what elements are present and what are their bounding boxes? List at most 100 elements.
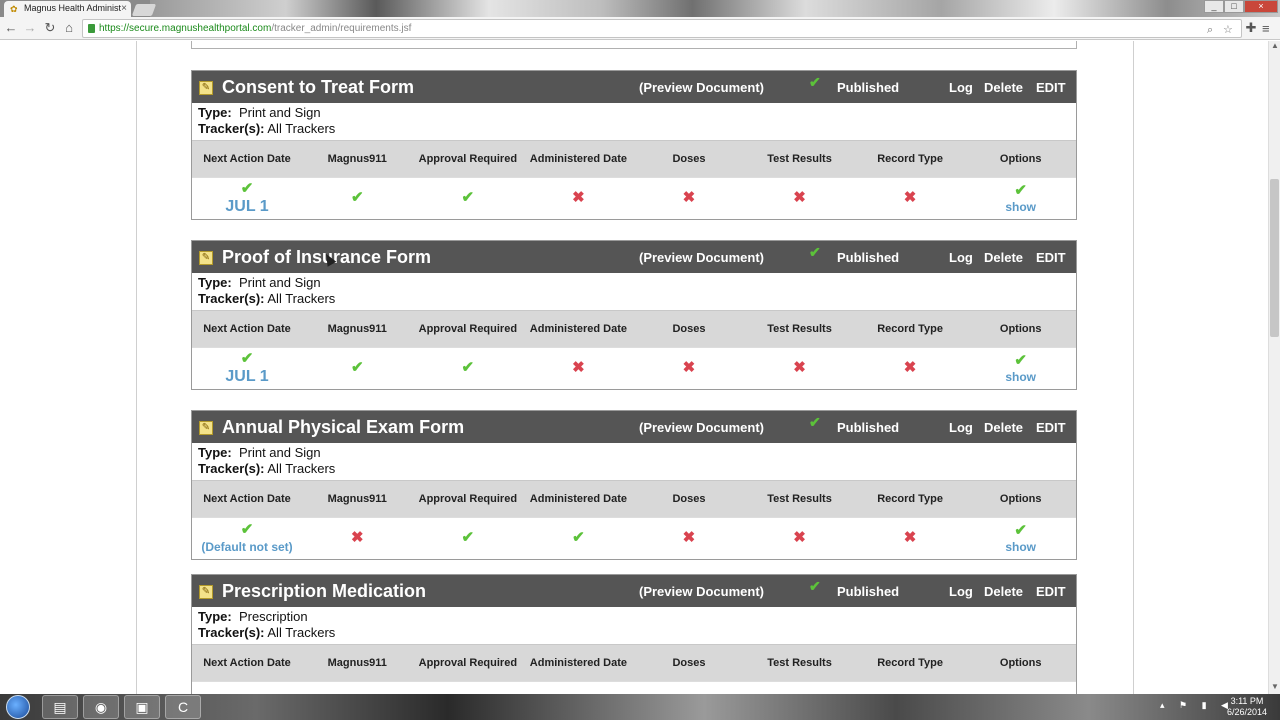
cross-icon: ✖ bbox=[682, 529, 696, 547]
url-path: /tracker_admin/requirements.jsf bbox=[271, 23, 412, 34]
trackers-label: Tracker(s): bbox=[198, 121, 265, 136]
next-action-date[interactable]: JUL 1 bbox=[192, 198, 302, 216]
menu-icon[interactable]: ≡ bbox=[1262, 21, 1274, 36]
magnus911-cell: ✔ bbox=[302, 347, 413, 389]
header-doses: Doses bbox=[633, 140, 745, 178]
browser-tabstrip: ✿ Magnus Health Administ × _ □ × bbox=[0, 0, 1280, 17]
check-icon: ✔ bbox=[240, 350, 254, 368]
log-link[interactable]: Log bbox=[949, 420, 973, 435]
header-test-results: Test Results bbox=[744, 140, 855, 178]
header-magnus911: Magnus911 bbox=[302, 644, 413, 682]
requirement-table: Next Action Date Magnus911 Approval Requ… bbox=[192, 140, 1076, 219]
tab-title: Magnus Health Administ bbox=[24, 3, 122, 13]
administered-cell: ✖ bbox=[523, 177, 634, 219]
home-icon[interactable]: ⌂ bbox=[61, 20, 77, 36]
check-icon: ✔ bbox=[461, 529, 475, 547]
forward-icon[interactable]: → bbox=[22, 20, 38, 36]
vertical-scrollbar[interactable]: ▲ ▼ bbox=[1268, 41, 1280, 694]
requirement-card: ✎ Prescription Medication (Preview Docum… bbox=[191, 574, 1077, 694]
browser-toolbar: ← → ↻ ⌂ https://secure.magnushealthporta… bbox=[0, 17, 1280, 40]
doses-cell: ✖ bbox=[633, 177, 745, 219]
header-test-results: Test Results bbox=[744, 310, 855, 348]
edit-document-icon[interactable]: ✎ bbox=[199, 585, 213, 599]
minimize-button[interactable]: _ bbox=[1204, 0, 1224, 13]
header-administered-date: Administered Date bbox=[523, 140, 634, 178]
explorer-taskbar-icon[interactable]: ▤ bbox=[42, 695, 78, 719]
previous-requirement-bottom bbox=[191, 41, 1077, 49]
type-value: Print and Sign bbox=[238, 445, 321, 460]
cross-icon: ✖ bbox=[903, 359, 917, 377]
type-label: Type: bbox=[198, 609, 232, 624]
clock[interactable]: 3:11 PM 6/26/2014 bbox=[1222, 696, 1272, 718]
edit-link[interactable]: EDIT bbox=[1036, 80, 1066, 95]
tab-close-icon[interactable]: × bbox=[121, 1, 127, 16]
options-cell: ✔ show bbox=[965, 347, 1076, 389]
type-value: Print and Sign bbox=[238, 105, 321, 120]
edit-document-icon[interactable]: ✎ bbox=[199, 421, 213, 435]
table-row: ✔ JUL 1 ✔ ✔ ✖ ✖ ✖ ✖ ✔ show bbox=[192, 347, 1076, 389]
delete-link[interactable]: Delete bbox=[984, 80, 1023, 95]
cross-icon: ✖ bbox=[793, 359, 806, 377]
check-icon: ✔ bbox=[1014, 182, 1027, 200]
edit-document-icon[interactable]: ✎ bbox=[199, 251, 213, 265]
trackers-value: All Trackers bbox=[267, 291, 336, 306]
chrome-taskbar-icon[interactable]: ◉ bbox=[83, 695, 119, 719]
header-next-action-date: Next Action Date bbox=[192, 480, 302, 518]
delete-link[interactable]: Delete bbox=[984, 420, 1023, 435]
maximize-button[interactable]: □ bbox=[1224, 0, 1244, 13]
header-administered-date: Administered Date bbox=[523, 480, 634, 518]
star-icon[interactable]: ☆ bbox=[1223, 22, 1233, 39]
header-magnus911: Magnus911 bbox=[302, 480, 413, 518]
log-link[interactable]: Log bbox=[949, 80, 973, 95]
zoom-icon[interactable]: ⌕ bbox=[1207, 22, 1213, 39]
terminal-taskbar-icon[interactable]: ▣ bbox=[124, 695, 160, 719]
scrollbar-thumb[interactable] bbox=[1270, 179, 1279, 337]
preview-document-link[interactable]: (Preview Document) bbox=[639, 250, 764, 265]
scroll-up-icon[interactable]: ▲ bbox=[1269, 41, 1280, 53]
preview-document-link[interactable]: (Preview Document) bbox=[639, 80, 764, 95]
edit-link[interactable]: EDIT bbox=[1036, 584, 1066, 599]
next-action-date[interactable]: JUL 1 bbox=[192, 368, 302, 386]
requirement-title: Prescription Medication bbox=[222, 581, 427, 601]
check-icon: ✔ bbox=[1014, 352, 1027, 370]
show-link[interactable]: show bbox=[965, 200, 1076, 214]
extensions-icon[interactable]: ✚ bbox=[1243, 20, 1259, 36]
camtasia-taskbar-icon[interactable]: C bbox=[165, 695, 201, 719]
published-status: Published bbox=[837, 420, 900, 435]
header-options: Options bbox=[965, 310, 1076, 348]
header-approval-required: Approval Required bbox=[412, 480, 524, 518]
header-next-action-date: Next Action Date bbox=[192, 310, 302, 348]
page-viewport: ✎ Consent to Treat Form (Preview Documen… bbox=[0, 41, 1268, 694]
start-button[interactable] bbox=[6, 695, 30, 719]
options-cell: ✔ bbox=[965, 681, 1076, 694]
edit-link[interactable]: EDIT bbox=[1036, 250, 1066, 265]
back-icon[interactable]: ← bbox=[3, 20, 19, 36]
new-tab-button[interactable] bbox=[131, 4, 157, 16]
delete-link[interactable]: Delete bbox=[984, 584, 1023, 599]
options-cell: ✔ show bbox=[965, 517, 1076, 559]
test-results-cell: ✖ bbox=[744, 347, 855, 389]
show-link[interactable]: show bbox=[965, 370, 1076, 384]
trackers-label: Tracker(s): bbox=[198, 625, 265, 640]
requirement-info: Type: Print and Sign Tracker(s): All Tra… bbox=[192, 103, 1076, 140]
reload-icon[interactable]: ↻ bbox=[42, 20, 58, 36]
next-action-date[interactable]: (Default not set) bbox=[192, 539, 302, 555]
log-link[interactable]: Log bbox=[949, 584, 973, 599]
scroll-down-icon[interactable]: ▼ bbox=[1269, 682, 1280, 694]
cross-icon: ✖ bbox=[572, 359, 585, 377]
record-type-cell: ✖ bbox=[854, 517, 966, 559]
close-window-button[interactable]: × bbox=[1244, 0, 1278, 13]
edit-document-icon[interactable]: ✎ bbox=[199, 81, 213, 95]
log-link[interactable]: Log bbox=[949, 250, 973, 265]
preview-document-link[interactable]: (Preview Document) bbox=[639, 420, 764, 435]
address-bar[interactable]: https://secure.magnushealthportal.com/tr… bbox=[82, 19, 1242, 38]
browser-tab[interactable]: ✿ Magnus Health Administ × bbox=[4, 1, 131, 17]
delete-link[interactable]: Delete bbox=[984, 250, 1023, 265]
approval-cell: ✔ bbox=[412, 517, 524, 559]
cross-icon: ✖ bbox=[793, 529, 806, 547]
preview-document-link[interactable]: (Preview Document) bbox=[639, 584, 764, 599]
edit-link[interactable]: EDIT bbox=[1036, 420, 1066, 435]
approval-cell: ✔ bbox=[412, 347, 524, 389]
magnus911-cell: ✔ bbox=[302, 177, 413, 219]
show-link[interactable]: show bbox=[965, 540, 1076, 554]
